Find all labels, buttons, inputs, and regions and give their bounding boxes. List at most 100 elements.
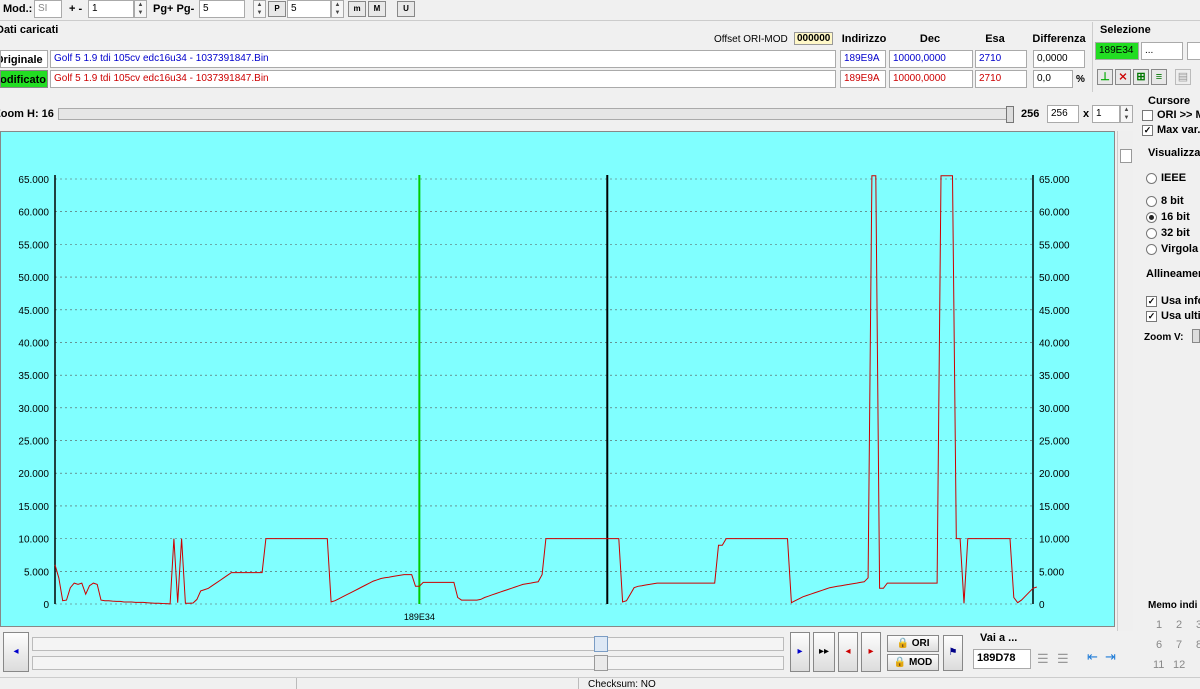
- chart-area[interactable]: 0 0 5.000 5.000 10.000 10.000 15.000 15.000 20.0…: [0, 131, 1115, 627]
- ori-mod-check[interactable]: ORI >> M: [1142, 109, 1200, 121]
- zoom-h-thumb[interactable]: [1006, 106, 1014, 123]
- y-tick-label-left: 50.000: [18, 273, 49, 284]
- selezione-title: Selezione: [1100, 24, 1151, 36]
- bit8-option[interactable]: 8 bit: [1146, 195, 1184, 207]
- p-spinner[interactable]: ▲ ▼: [331, 0, 344, 18]
- page-spinner[interactable]: ▲ ▼: [253, 0, 266, 18]
- modificato-indirizzo[interactable]: 189E9A: [840, 70, 886, 88]
- zoom-h-slider[interactable]: [58, 108, 1013, 120]
- ori-button[interactable]: 🔒 ORI: [887, 635, 939, 652]
- p-button[interactable]: P: [268, 1, 286, 17]
- modificato-diff[interactable]: 0,0: [1033, 70, 1073, 88]
- bit8-radio[interactable]: [1146, 195, 1157, 207]
- end-icon[interactable]: ▸▸: [813, 632, 835, 672]
- bit16-option[interactable]: 16 bit: [1146, 211, 1190, 223]
- col-dec: Dec: [919, 33, 941, 45]
- virgola-radio[interactable]: [1146, 243, 1157, 255]
- next-mod-icon[interactable]: ▸: [861, 632, 881, 672]
- selezione-extra[interactable]: [1187, 42, 1200, 60]
- memo-item[interactable]: 11: [1153, 659, 1164, 671]
- y-tick-label-right: 25.000: [1039, 437, 1070, 448]
- selezione-panel: Selezione 189E34 ... ⊥ ⨯ ⊞ ≡ ▤: [1092, 22, 1200, 92]
- m-upper-button[interactable]: M: [368, 1, 386, 17]
- usa-info-check[interactable]: ✓ Usa info: [1146, 295, 1200, 307]
- list-alt-icon[interactable]: ☰: [1057, 651, 1073, 667]
- modificato-esa[interactable]: 2710: [975, 70, 1027, 88]
- plusminus-label: + -: [69, 3, 83, 15]
- selezione-value[interactable]: 189E34: [1095, 42, 1139, 60]
- bit32-radio[interactable]: [1146, 227, 1157, 239]
- dati-title: Dati caricati: [0, 24, 59, 36]
- y-tick-label-left: 35.000: [18, 371, 49, 382]
- y-tick-label-right: 65.000: [1039, 175, 1070, 186]
- memo-item[interactable]: 2: [1176, 619, 1182, 631]
- zoom-mult-spinner[interactable]: ▲ ▼: [1120, 105, 1133, 123]
- originale-dec[interactable]: 10000,0000: [889, 50, 973, 68]
- originale-esa[interactable]: 2710: [975, 50, 1027, 68]
- originale-file[interactable]: Golf 5 1.9 tdi 105cv edc16u34 - 10373918…: [50, 50, 836, 68]
- zoom-value[interactable]: 256: [1047, 105, 1079, 123]
- modificato-dec[interactable]: 10000,0000: [889, 70, 973, 88]
- next-icon[interactable]: ▸: [790, 632, 810, 672]
- ieee-option[interactable]: IEEE: [1146, 172, 1186, 184]
- col-diff: Differenza: [1032, 33, 1086, 45]
- flag-icon[interactable]: ⚑: [943, 635, 963, 671]
- zoom-mult[interactable]: 1: [1092, 105, 1120, 123]
- chart-vscroll-thumb[interactable]: [1120, 149, 1132, 163]
- sel-range-icon[interactable]: ⊞: [1133, 69, 1149, 85]
- memo-title: Memo indi: [1148, 600, 1198, 611]
- bit16-radio[interactable]: [1146, 211, 1157, 223]
- h-scroll-2[interactable]: [32, 656, 784, 670]
- sel-clear-icon[interactable]: ⨯: [1115, 69, 1131, 85]
- cursor-label: 189E34: [404, 612, 435, 622]
- vai-input[interactable]: 189D78: [973, 649, 1031, 669]
- u-button[interactable]: U: [397, 1, 415, 17]
- originale-indirizzo[interactable]: 189E9A: [840, 50, 886, 68]
- ori-mod-checkbox[interactable]: [1142, 109, 1153, 121]
- max-var-label: Max var.: [1157, 124, 1200, 136]
- page-field[interactable]: 5: [199, 0, 245, 18]
- max-var-check[interactable]: ✓ Max var.: [1142, 124, 1200, 136]
- originale-diff[interactable]: 0,0000: [1033, 50, 1085, 68]
- mod-field[interactable]: SI: [34, 0, 62, 18]
- m-lower-button[interactable]: m: [348, 1, 366, 17]
- h-scroll-1[interactable]: [32, 637, 784, 651]
- offset-value[interactable]: 000000: [794, 32, 834, 45]
- memo-item[interactable]: 12: [1173, 659, 1185, 671]
- y-tick-label-left: 65.000: [18, 175, 49, 186]
- max-var-checkbox[interactable]: ✓: [1142, 124, 1153, 136]
- prev-start-icon[interactable]: ◂: [3, 632, 29, 672]
- chart-vscroll[interactable]: [1117, 131, 1133, 631]
- visualizza-title: Visualizza: [1148, 147, 1200, 159]
- h-scroll-1-thumb[interactable]: [594, 636, 608, 652]
- memo-item[interactable]: 1: [1156, 619, 1162, 631]
- h-scroll-2-thumb[interactable]: [594, 655, 608, 671]
- jump-forward-icon[interactable]: ⇥: [1105, 649, 1121, 665]
- bit32-option[interactable]: 32 bit: [1146, 227, 1190, 239]
- plusminus-field[interactable]: 1: [88, 0, 134, 18]
- memo-item[interactable]: 8: [1196, 639, 1200, 651]
- p-field[interactable]: 5: [287, 0, 331, 18]
- usa-info-checkbox[interactable]: ✓: [1146, 295, 1157, 307]
- virgola-option[interactable]: Virgola: [1146, 243, 1198, 255]
- modificato-file[interactable]: Golf 5 1.9 tdi 105cv edc16u34 - 10373918…: [50, 70, 836, 88]
- selezione-input[interactable]: ...: [1141, 42, 1183, 60]
- usa-ultimi-checkbox[interactable]: ✓: [1146, 310, 1157, 322]
- prev-mod-icon[interactable]: ◂: [838, 632, 858, 672]
- chart-svg: 0 0 5.000 5.000 10.000 10.000 15.000 15.000 20.0…: [18, 175, 1070, 622]
- memo-item[interactable]: 6: [1156, 639, 1162, 651]
- memo-item[interactable]: 7: [1176, 639, 1182, 651]
- list-icon[interactable]: ☰: [1037, 651, 1053, 667]
- sel-stack-icon[interactable]: ≡: [1151, 69, 1167, 85]
- plusminus-spinner[interactable]: ▲ ▼: [134, 0, 147, 18]
- memo-item[interactable]: 3: [1196, 619, 1200, 631]
- bit16-label: 16 bit: [1161, 211, 1190, 223]
- zoom-times: x: [1083, 108, 1090, 120]
- jump-back-icon[interactable]: ⇤: [1087, 649, 1103, 665]
- zoom-v-slider[interactable]: [1192, 329, 1200, 343]
- ieee-radio[interactable]: [1146, 172, 1157, 184]
- sel-left-icon[interactable]: ⊥: [1097, 69, 1113, 85]
- usa-ultimi-check[interactable]: ✓ Usa ultim: [1146, 310, 1200, 322]
- mod-button[interactable]: 🔒 MOD: [887, 654, 939, 671]
- sel-export-icon[interactable]: ▤: [1175, 69, 1191, 85]
